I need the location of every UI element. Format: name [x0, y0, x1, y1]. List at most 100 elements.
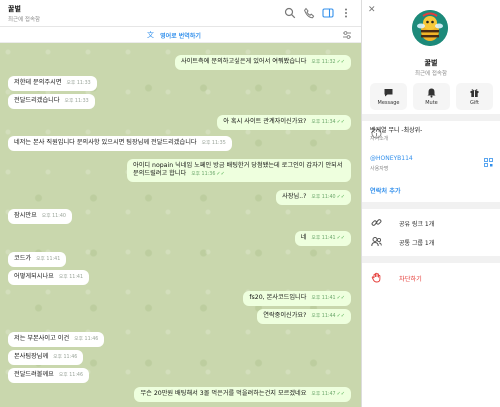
outgoing-message[interactable]: 사장님..? 오후 11:40✓✓ — [276, 190, 351, 205]
message-text: 연락중이신가요? — [263, 312, 307, 319]
read-check-icon: ✓✓ — [216, 171, 225, 177]
message-time: 오후 11:32 — [311, 60, 336, 65]
outgoing-message[interactable]: 연락중이신가요? 오후 11:44✓✓ — [257, 309, 351, 324]
sidebar-toggle-icon[interactable] — [322, 7, 334, 19]
gift-icon — [470, 89, 479, 97]
outgoing-message[interactable]: fs20, 본사코드입니다 오후 11:41✓✓ — [243, 291, 351, 306]
chat-title[interactable]: 꿀벌 — [8, 4, 21, 14]
avatar[interactable] — [412, 10, 448, 46]
incoming-message[interactable]: 전달드려볼께요 오후 11:46 — [8, 368, 90, 383]
close-icon[interactable]: ✕ — [368, 5, 376, 15]
divider — [362, 202, 500, 209]
message-text: 사이트측에 문의하고싶은게 있어서 여쭤봤습니다 — [180, 58, 307, 65]
translate-settings-icon[interactable] — [342, 30, 352, 40]
divider — [362, 256, 500, 263]
message-text: 무슨 20만원 배팅해서 3몰 먹은거를 먹을려하는건지 모르겠네요 — [140, 390, 307, 397]
message-time: 오후 11:47 — [311, 392, 336, 397]
translate-button[interactable]: 영어로 번역하기 — [0, 31, 361, 40]
shared-links-item[interactable]: 공유 링크 1개 — [399, 219, 434, 228]
read-check-icon: ✓✓ — [336, 313, 345, 319]
search-icon[interactable] — [284, 7, 296, 19]
read-check-icon: ✓✓ — [336, 194, 345, 200]
message-time: 오후 11:34 — [311, 120, 336, 125]
message-icon — [384, 89, 393, 97]
incoming-message[interactable]: 전달드리겠습니다 오후 11:33 — [8, 94, 95, 109]
link-icon — [371, 219, 382, 226]
incoming-message[interactable]: 저는 부본사이고 이건 오후 11:46 — [8, 332, 105, 347]
outgoing-message[interactable]: 무슨 20만원 배팅해서 3몰 먹은거를 먹을려하는건지 모르겠네요 오후 11:… — [134, 387, 351, 402]
outgoing-message[interactable]: 아이디 nopain 닉네임 노페인 방금 배팅한거 당첨됐는데 로그인이 갑자… — [127, 159, 351, 182]
incoming-message[interactable]: 어떻게되시나요 오후 11:41 — [8, 270, 90, 285]
message-time: 오후 11:41 — [36, 257, 61, 262]
message-text: 전달드리겠습니다 — [14, 97, 60, 104]
bell-icon — [427, 88, 436, 98]
incoming-message[interactable]: 잠시만요 오후 11:40 — [8, 209, 72, 224]
message-time: 오후 11:46 — [53, 355, 78, 360]
incoming-message[interactable]: 코드가 오후 11:41 — [8, 252, 67, 267]
read-check-icon: ✓✓ — [336, 235, 345, 241]
gift-button[interactable]: Gift — [456, 83, 493, 110]
message-text: 코드가 — [14, 255, 32, 262]
message-button[interactable]: Message — [370, 83, 407, 110]
message-time: 오후 11:44 — [311, 314, 336, 319]
message-text: 아이디 nopain 닉네임 노페인 방금 배팅한거 당첨됐는데 로그인이 갑자… — [133, 162, 343, 177]
message-time: 오후 11:40 — [311, 195, 336, 200]
phone-icon[interactable] — [303, 7, 315, 19]
divider — [362, 114, 500, 121]
profile-username[interactable]: @HONEYB114 — [370, 155, 413, 162]
message-time: 오후 11:33 — [66, 81, 91, 86]
incoming-message[interactable]: 저한테 문의주시면 오후 11:33 — [8, 76, 97, 91]
group-icon — [371, 237, 382, 247]
message-button-label: Message — [377, 100, 400, 106]
message-text: 아 혹시 사이트 관계자이신가요? — [223, 118, 307, 125]
message-time: 오후 11:41 — [311, 236, 336, 241]
incoming-message[interactable]: 네저는 본사 직원입니다 문의사항 있으시면 팀장님께 전달드리겠습니다 오후 1… — [8, 136, 232, 151]
outgoing-message[interactable]: 네 오후 11:41✓✓ — [294, 231, 351, 246]
block-user-button[interactable]: 차단하기 — [399, 274, 422, 283]
translate-bar[interactable]: 文 영어로 번역하기 — [0, 27, 361, 43]
bee-avatar-icon — [412, 10, 448, 46]
common-groups-item[interactable]: 공통 그룹 1개 — [399, 238, 434, 247]
message-time: 오후 11:36 — [191, 172, 216, 177]
outgoing-message[interactable]: 사이트측에 문의하고싶은게 있어서 여쭤봤습니다 오후 11:32✓✓ — [174, 55, 351, 70]
message-time: 오후 11:46 — [58, 373, 84, 378]
message-text: fs20, 본사코드입니다 — [249, 294, 307, 301]
read-check-icon: ✓✓ — [336, 119, 345, 125]
message-text: 사장님..? — [282, 193, 307, 200]
block-hand-icon — [371, 272, 381, 283]
message-time: 오후 11:35 — [201, 141, 226, 146]
message-time: 오후 11:41 — [311, 296, 336, 301]
message-time: 오후 11:33 — [64, 99, 89, 104]
message-text: 저한테 문의주시면 — [14, 79, 62, 86]
message-text: 저는 부본사이고 이건 — [14, 335, 70, 342]
chat-header[interactable]: 꿀벌 최근에 접속함 — [0, 0, 361, 27]
mute-button[interactable]: Mute — [413, 83, 450, 110]
incoming-message[interactable]: 본사팀장님께 오후 11:46 — [8, 350, 84, 365]
message-text: 잠시만요 — [14, 212, 37, 219]
message-time: 오후 11:46 — [74, 337, 99, 342]
message-text: 네 — [300, 234, 307, 241]
message-time: 오후 11:40 — [41, 214, 66, 219]
message-text: 네저는 본사 직원입니다 문의사항 있으시면 팀장님께 전달드리겠습니다 — [14, 139, 197, 146]
message-text: 어떻게되시나요 — [14, 273, 54, 280]
message-text: 본사팀장님께 — [14, 353, 49, 360]
chat-status: 최근에 접속함 — [8, 17, 41, 23]
profile-username-label: 사용자명 — [370, 166, 389, 172]
profile-panel: ✕ 꿀벌 최근에 접속함 Message Mute Gift 벳게열 무니 -최… — [361, 0, 500, 407]
message-time: 오후 11:41 — [58, 275, 84, 280]
profile-bio: 벳게열 무니 -최상위- — [370, 127, 423, 134]
add-contact-button[interactable]: 연락처 추가 — [370, 186, 401, 195]
qr-code-icon[interactable] — [484, 158, 493, 167]
read-check-icon: ✓✓ — [336, 391, 345, 397]
profile-name: 꿀벌 — [424, 59, 438, 67]
chat-pane: 꿀벌 최근에 접속함 文 영어로 번역하기 사이트측에 문의하고싶은게 있어서 … — [0, 0, 361, 407]
profile-status: 최근에 접속함 — [414, 71, 448, 77]
gift-button-label: Gift — [470, 100, 479, 106]
outgoing-message[interactable]: 아 혹시 사이트 관계자이신가요? 오후 11:34✓✓ — [217, 115, 351, 130]
read-check-icon: ✓✓ — [336, 295, 345, 301]
message-text: 전달드려볼께요 — [14, 371, 54, 378]
more-vertical-icon[interactable] — [340, 7, 352, 19]
read-check-icon: ✓✓ — [336, 59, 345, 65]
profile-bio-label: 자기소개 — [370, 136, 389, 142]
mute-button-label: Mute — [425, 100, 438, 106]
